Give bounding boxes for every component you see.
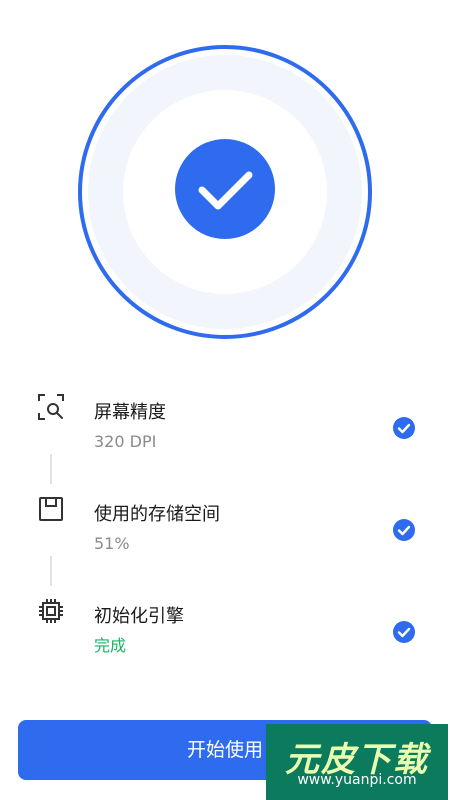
completion-ring (78, 45, 372, 339)
chip-icon (39, 599, 63, 623)
check-value: 320 DPI (94, 432, 157, 451)
check-circle-icon (393, 621, 415, 643)
check-value: 完成 (94, 636, 127, 655)
check-circle-icon (393, 417, 415, 439)
step-connector (50, 454, 52, 484)
check-title: 使用的存储空间 (94, 504, 220, 525)
list-item-screen-precision: 屏幕精度 320 DPI (0, 380, 450, 451)
check-badge (175, 139, 275, 239)
screen-scan-icon (38, 394, 64, 420)
check-value: 51% (94, 534, 130, 553)
step-connector (50, 556, 52, 586)
storage-icon (39, 497, 63, 521)
site-watermark: 元皮下载 www.yuanpi.com (266, 724, 448, 800)
check-title: 屏幕精度 (94, 402, 166, 423)
check-title: 初始化引擎 (94, 606, 184, 627)
watermark-url: www.yuanpi.com (297, 772, 417, 788)
list-item-init-engine: 初始化引擎 完成 (0, 584, 450, 655)
check-circle-icon (393, 519, 415, 541)
list-item-storage-used: 使用的存储空间 51% (0, 482, 450, 553)
